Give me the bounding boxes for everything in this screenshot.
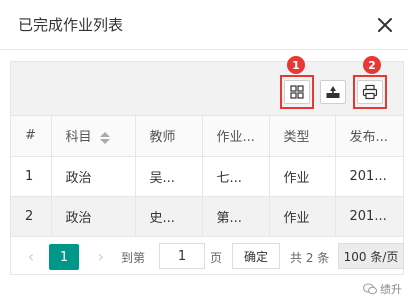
current-page-button[interactable]: 1 <box>49 244 79 270</box>
wechat-icon <box>363 283 377 295</box>
col-header-teacher: 教师 <box>135 116 203 157</box>
col-header-type: 类型 <box>269 116 336 157</box>
goto-label: 到第 <box>121 251 146 265</box>
table-toolbar: 1 2 <box>11 56 403 116</box>
cell-type: 作业 <box>269 156 336 197</box>
table-header-row: # 科目 教师 作业... 类型 发布... <box>11 116 403 157</box>
col-header-subject[interactable]: 科目 <box>51 116 136 157</box>
export-icon <box>326 86 340 98</box>
prev-page-button[interactable]: ‹ <box>21 244 41 268</box>
page-label: 页 <box>210 251 223 265</box>
sort-icon[interactable] <box>99 131 110 144</box>
cell-publish: 201... <box>335 156 403 197</box>
col-header-subject-label: 科目 <box>65 130 92 146</box>
cell-teacher: 史... <box>135 196 203 237</box>
cell-publish: 201... <box>335 196 403 237</box>
dialog-header: 已完成作业列表 <box>0 0 408 50</box>
cell-homework: 第... <box>202 196 270 237</box>
confirm-button[interactable]: 确定 <box>232 243 280 269</box>
homework-table: # 科目 教师 作业... 类型 发布... 1 政治 吴... 七... 作业… <box>11 116 403 237</box>
cell-type: 作业 <box>269 196 336 237</box>
close-icon[interactable] <box>374 14 396 36</box>
cell-subject: 政治 <box>51 156 136 197</box>
page-size-select[interactable]: 100 条/页 <box>338 243 404 269</box>
print-icon <box>362 84 378 100</box>
completed-homework-dialog: 已完成作业列表 1 2 # 科目 教师 作业... 类型 发布... 1 政治 … <box>0 0 408 304</box>
col-header-publish: 发布... <box>335 116 403 157</box>
page-number-input[interactable] <box>159 243 205 269</box>
watermark-text: 绩升 <box>380 283 402 296</box>
col-header-homework: 作业... <box>202 116 270 157</box>
badge-1: 1 <box>287 56 305 74</box>
column-filter-button[interactable] <box>284 80 310 104</box>
badge-2: 2 <box>363 56 381 74</box>
cell-index: 1 <box>11 156 52 197</box>
export-button[interactable] <box>320 80 346 104</box>
table-row[interactable]: 2 政治 史... 第... 作业 201... <box>11 196 403 237</box>
cell-teacher: 吴... <box>135 156 203 197</box>
total-count: 共 2 条 <box>290 251 330 265</box>
print-button[interactable] <box>357 80 383 104</box>
col-header-index: # <box>11 116 52 157</box>
cell-subject: 政治 <box>51 196 136 237</box>
table-row[interactable]: 1 政治 吴... 七... 作业 201... <box>11 156 403 197</box>
next-page-button[interactable]: › <box>91 244 111 268</box>
cell-homework: 七... <box>202 156 270 197</box>
columns-icon <box>290 85 304 99</box>
dialog-title: 已完成作业列表 <box>18 16 124 34</box>
watermark: 绩升 <box>363 281 402 297</box>
cell-index: 2 <box>11 196 52 237</box>
pagination: ‹ 1 › 到第 页 确定 共 2 条 100 条/页 <box>11 237 404 275</box>
table-panel: 1 2 # 科目 教师 作业... 类型 发布... 1 政治 吴... 七..… <box>10 56 404 275</box>
